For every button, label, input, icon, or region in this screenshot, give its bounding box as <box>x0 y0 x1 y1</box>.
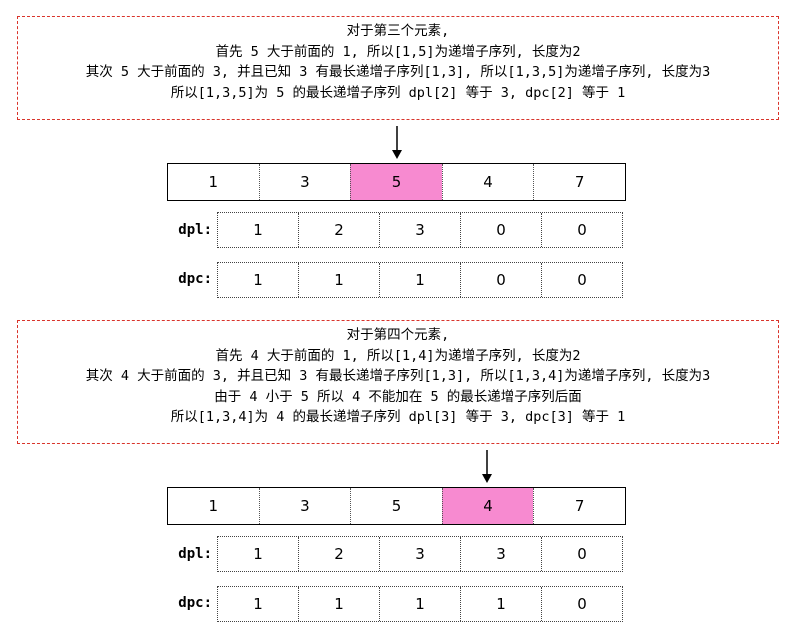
array-cell: 1 <box>208 497 219 515</box>
dpl-cell: 3 <box>379 537 460 571</box>
array-cell-highlighted: 4 <box>441 488 534 524</box>
dpc-cell: 0 <box>541 263 622 297</box>
array-cell: 4 <box>441 164 534 200</box>
step4-note-line: 由于 4 小于 5 所以 4 不能加在 5 的最长递增子序列后面 <box>214 388 582 405</box>
step4-note-line: 首先 4 大于前面的 1, 所以[1,4]为递增子序列, 长度为2 <box>215 347 581 364</box>
step3-dpl-row: 1 2 3 0 0 <box>217 212 623 248</box>
step3-array: 1 3 5 4 7 <box>167 163 626 201</box>
step3-explanation-box: 对于第三个元素, 首先 5 大于前面的 1, 所以[1,5]为递增子序列, 长度… <box>17 16 779 120</box>
dpc-cell: 1 <box>460 587 541 621</box>
array-cell: 7 <box>533 488 625 524</box>
array-cell-highlighted: 5 <box>350 164 442 200</box>
array-cell: 1 <box>208 173 219 191</box>
array-cell: 3 <box>258 488 351 524</box>
dpc-cell: 0 <box>541 587 622 621</box>
dpc-cell: 1 <box>253 271 263 289</box>
step4-note-line: 对于第四个元素, <box>346 327 450 343</box>
step4-explanation-box: 对于第四个元素, 首先 4 大于前面的 1, 所以[1,4]为递增子序列, 长度… <box>17 320 779 444</box>
dpc-label: dpc: <box>178 271 212 287</box>
step4-array: 1 3 5 4 7 <box>167 487 626 525</box>
step3-note-line: 所以[1,3,5]为 5 的最长递增子序列 dpl[2] 等于 3, dpc[2… <box>170 84 626 101</box>
dpl-cell: 1 <box>253 545 263 563</box>
dpl-cell: 0 <box>460 213 541 247</box>
step3-note-line: 对于第三个元素, <box>346 23 450 39</box>
dpc-cell: 1 <box>298 587 379 621</box>
dpl-cell: 0 <box>541 213 622 247</box>
array-cell: 5 <box>350 488 442 524</box>
dpl-cell: 2 <box>298 537 379 571</box>
dpc-cell: 1 <box>253 595 263 613</box>
step4-dpc-row: 1 1 1 1 0 <box>217 586 623 622</box>
step4-note-line: 所以[1,3,4]为 4 的最长递增子序列 dpl[3] 等于 3, dpc[3… <box>170 409 626 425</box>
dpl-cell: 2 <box>298 213 379 247</box>
step3-dpc-row: 1 1 1 0 0 <box>217 262 623 298</box>
dpl-label: dpl: <box>178 546 212 562</box>
step4-dpl-row: 1 2 3 3 0 <box>217 536 623 572</box>
step3-note-line: 其次 5 大于前面的 3, 并且已知 3 有最长递增子序列[1,3], 所以[1… <box>85 64 711 80</box>
dpc-cell: 1 <box>379 587 460 621</box>
step4-note-line: 其次 4 大于前面的 3, 并且已知 3 有最长递增子序列[1,3], 所以[1… <box>85 368 711 384</box>
array-cell: 3 <box>258 164 351 200</box>
dpl-label: dpl: <box>178 222 212 238</box>
step3-note-line: 首先 5 大于前面的 1, 所以[1,5]为递增子序列, 长度为2 <box>215 43 581 60</box>
dpc-cell: 1 <box>298 263 379 297</box>
dpl-cell: 3 <box>460 537 541 571</box>
dpl-cell: 0 <box>541 537 622 571</box>
dpl-cell: 1 <box>253 221 263 239</box>
dpl-cell: 3 <box>379 213 460 247</box>
array-cell: 7 <box>533 164 625 200</box>
dpc-label: dpc: <box>178 595 212 611</box>
dpc-cell: 1 <box>379 263 460 297</box>
dpc-cell: 0 <box>460 263 541 297</box>
down-arrow-icon <box>482 450 492 483</box>
down-arrow-icon <box>392 126 402 159</box>
